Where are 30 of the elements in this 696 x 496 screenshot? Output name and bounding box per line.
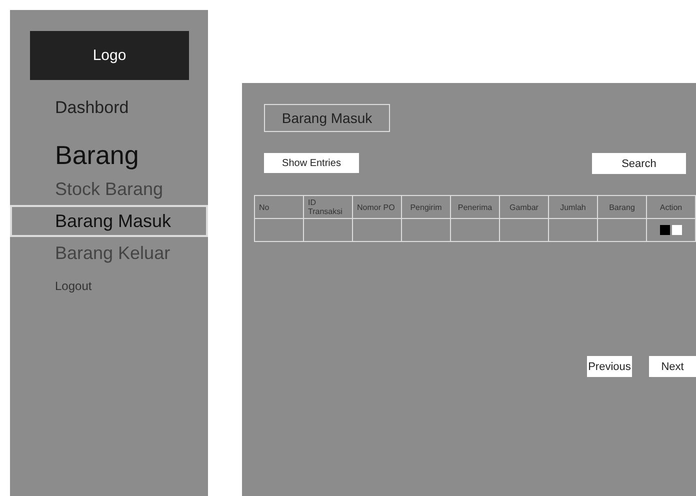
action-button[interactable] [660,225,670,235]
table-cell [548,218,598,242]
table-cell [352,218,402,242]
nav-item[interactable]: Stock Barang [10,173,208,205]
nav-item[interactable]: Barang Keluar [10,237,208,269]
column-header: Action [646,196,696,218]
pagination-button[interactable]: Previous [587,356,632,377]
table-cell [402,218,450,242]
column-header: No [254,196,304,218]
nav-item[interactable]: Logout [10,279,208,293]
table-cell [500,218,548,242]
column-header: Barang [598,196,646,218]
page-title: Barang Masuk [264,104,390,132]
show-entries-button[interactable]: Show Entries [264,153,359,173]
column-header: Jumlah [548,196,598,218]
pagination-button[interactable]: Next [649,356,696,377]
table-cell [304,218,352,242]
table-cell [254,218,304,242]
table-cell [450,218,500,242]
search-field[interactable]: Search [592,153,686,174]
action-button[interactable] [672,225,682,235]
nav-item[interactable]: Dashbord [10,98,208,118]
logo: Logo [30,31,189,80]
nav-item[interactable]: Barang Masuk [10,205,208,237]
column-header: Nomor PO [352,196,402,218]
column-header: ID Transaksi [304,196,352,218]
column-header: Gambar [500,196,548,218]
column-header: Penerima [450,196,500,218]
nav-heading: Barang [54,140,140,171]
column-header: Pengirim [402,196,450,218]
